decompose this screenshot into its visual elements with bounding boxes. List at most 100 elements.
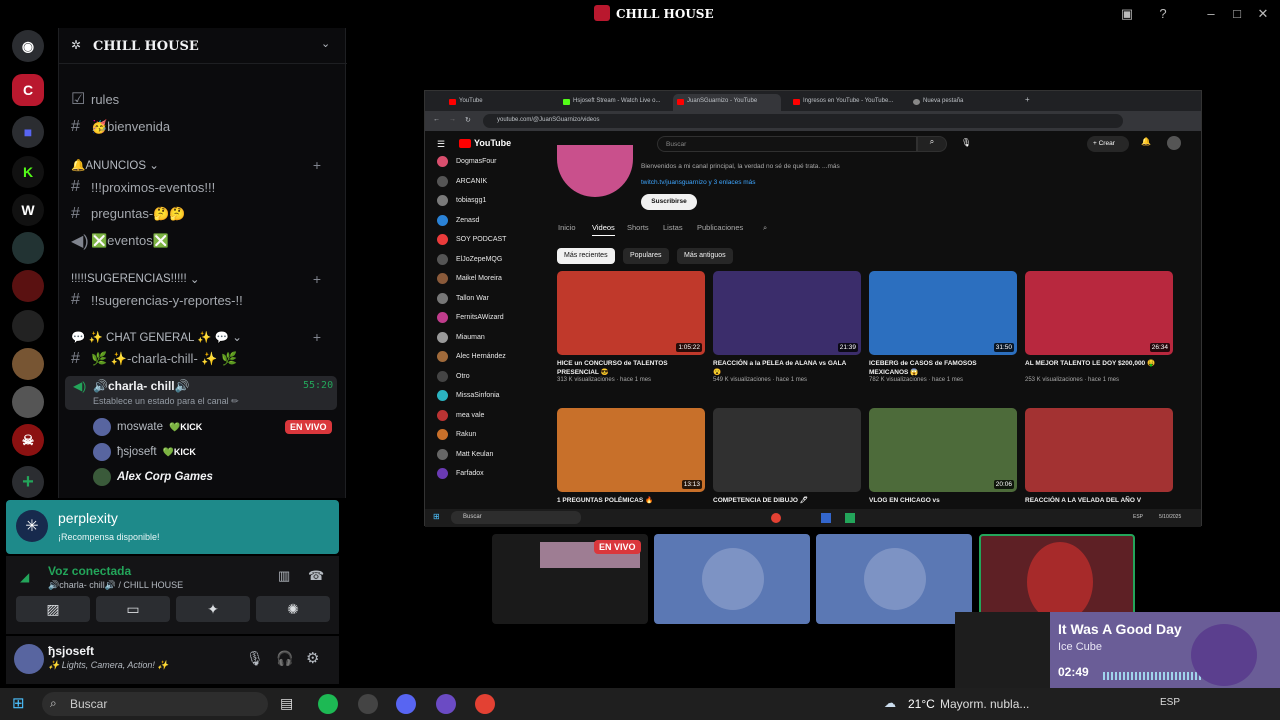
video-thumbnail[interactable]: 31:50 [869, 271, 1017, 355]
discord-home-icon[interactable]: ◉ [12, 30, 44, 62]
video-thumbnail[interactable] [713, 408, 861, 492]
settings-icon[interactable]: ⚙ [306, 649, 319, 667]
guild-header[interactable]: ✲ CHILL HOUSE ⌄ [59, 28, 347, 64]
chip-mas-recientes[interactable]: Más recientes [557, 248, 615, 264]
subscription-item[interactable]: Tallon War [437, 292, 489, 304]
subscription-item[interactable]: Matt Keulan [437, 448, 493, 460]
channel-links[interactable]: twitch.tv/juansguarnizo y 3 enlaces más [641, 179, 756, 186]
subscription-item[interactable]: Rakun [437, 429, 476, 440]
soundboard-button[interactable]: ✺ [256, 596, 330, 622]
channel-search-icon[interactable]: ⌕ [763, 223, 767, 233]
tab-videos[interactable]: Videos [592, 223, 615, 236]
camera-off-button[interactable]: ▨ [16, 596, 90, 622]
subscription-item[interactable]: FernitsAWizard [437, 312, 504, 323]
account-avatar[interactable] [1167, 136, 1181, 150]
video-thumbnail[interactable]: 21:39 [713, 271, 861, 355]
new-tab-icon[interactable]: + [1025, 95, 1030, 104]
voice-status[interactable]: Establece un estado para el canal ✏ [93, 396, 239, 407]
server-icon-5[interactable] [12, 270, 44, 302]
video-thumbnail[interactable]: 13:13 [557, 408, 705, 492]
skull-server-icon[interactable]: ☠ [12, 424, 44, 456]
weather-icon[interactable]: ☁ [884, 696, 896, 710]
help-icon[interactable]: ? [1150, 4, 1176, 24]
youtube-logo[interactable]: YouTube [474, 138, 511, 148]
weather-temp[interactable]: 21°C [908, 697, 935, 711]
screen-share-button[interactable]: ▭ [96, 596, 170, 622]
voice-user-hsjoseft[interactable]: ђsjoseft 💚KICK [93, 443, 196, 461]
server-icon-7[interactable] [12, 348, 44, 380]
tab-shorts[interactable]: Shorts [627, 223, 649, 232]
stream-preview-speaking[interactable] [979, 534, 1135, 624]
category-chat-general[interactable]: 💬 ✨ CHAT GENERAL ✨ 💬 ⌄ + [71, 329, 335, 345]
microphone-icon[interactable]: 🎙 [246, 650, 264, 667]
language-indicator[interactable]: ESP [1160, 697, 1180, 708]
video-thumbnail[interactable] [1025, 408, 1173, 492]
stream-preview-avatar-2[interactable] [816, 534, 972, 624]
youtube-logo-icon[interactable] [459, 139, 471, 148]
voice-location[interactable]: 🔊charla- chill🔊 / CHILL HOUSE [48, 580, 183, 591]
server-icon-4[interactable] [12, 232, 44, 264]
server-icon-8[interactable] [12, 386, 44, 418]
activity-button[interactable]: ✦ [176, 596, 250, 622]
channel-bienvenida[interactable]: # 🥳bienvenida [71, 116, 170, 138]
windows-start-icon[interactable]: ⊞ [12, 694, 25, 712]
video-title[interactable]: REACCIÓN A LA VELADA DEL AÑO V [1025, 496, 1165, 505]
video-title[interactable]: COMPETENCIA DE DIBUJO 🖊 [713, 496, 853, 505]
search-icon[interactable]: ⌕ [917, 136, 947, 152]
task-view-icon[interactable]: ▤ [280, 695, 293, 712]
channel-charla-chill-text[interactable]: # 🌿 ✨-charla-chill- ✨ 🌿 [71, 348, 237, 370]
video-thumbnail[interactable]: 26:34 [1025, 271, 1173, 355]
category-sugerencias[interactable]: !!!!!SUGERENCIAS!!!!! ⌄ + [71, 271, 335, 287]
add-channel-icon[interactable]: + [313, 329, 321, 345]
subscribe-button[interactable]: Suscribirse [641, 194, 697, 210]
tab-hsjoseft-stream[interactable]: Hsjoseft Stream - Watch Live o... [559, 94, 667, 111]
voice-user-alex-corp[interactable]: Alex Corp Games [93, 468, 213, 486]
folder-icon[interactable]: ■ [12, 116, 44, 148]
forward-icon[interactable]: → [449, 116, 456, 123]
avatar[interactable] [14, 644, 44, 674]
subscription-item[interactable]: Miauman [437, 331, 485, 343]
taskbar-search[interactable]: Buscar [42, 692, 268, 716]
tab-nueva-pestana[interactable]: Nueva pestaña [909, 94, 1015, 111]
subscription-item[interactable]: Zenasd [437, 214, 479, 226]
twitch-icon[interactable] [436, 694, 456, 714]
tab-juansguarnizo[interactable]: JuanSGuarnizo - YouTube [673, 94, 781, 111]
channel-rules[interactable]: ☑ rules [71, 88, 119, 110]
notifications-icon[interactable]: 🔔 [1141, 137, 1151, 146]
reload-icon[interactable]: ↻ [465, 116, 471, 124]
disconnect-icon[interactable]: ☎ [308, 568, 324, 584]
maximize-button[interactable]: □ [1224, 4, 1250, 24]
server-icon-w[interactable]: W [12, 194, 44, 226]
channel-eventos[interactable]: ◀) ❎eventos❎ [71, 230, 169, 252]
server-chill-house[interactable]: C [12, 74, 44, 106]
subscription-item[interactable]: mea vale [437, 409, 484, 421]
subscription-item[interactable]: MissaSinfonia [437, 390, 500, 401]
weather-desc[interactable]: Mayorm. nubla... [940, 697, 1029, 711]
channel-sugerencias[interactable]: # !!sugerencias-y-reportes-!! [71, 289, 243, 311]
chip-populares[interactable]: Populares [623, 248, 669, 264]
subscription-item[interactable]: Farfadox [437, 468, 484, 479]
category-anuncios[interactable]: 🔔ANUNCIOS ⌄ + [71, 157, 335, 173]
voice-search-icon[interactable]: 🎙 [961, 138, 971, 147]
subscription-item[interactable]: Otro [437, 370, 470, 382]
chrome-icon[interactable] [475, 694, 495, 714]
create-button[interactable]: + Crear [1087, 136, 1129, 152]
add-channel-icon[interactable]: + [313, 157, 321, 173]
menu-icon[interactable]: ☰ [437, 139, 445, 150]
subscription-item[interactable]: ElJoZepeMQG [437, 253, 502, 265]
video-title[interactable]: AL MEJOR TALENTO LE DOY $200,000 🤑 [1025, 359, 1165, 368]
video-title[interactable]: REACCIÓN a la PELEA de ALANA vs GALA 😮 [713, 359, 853, 377]
video-thumbnail[interactable]: 20:06 [869, 408, 1017, 492]
headphones-icon[interactable]: 🎧 [276, 650, 293, 667]
add-server-icon[interactable]: + [12, 466, 44, 498]
perplexity-banner[interactable]: ✳ perplexity ¡Recompensa disponible! [6, 500, 339, 554]
tab-listas[interactable]: Listas [663, 223, 683, 232]
kick-server-icon[interactable]: K [12, 156, 44, 188]
video-title[interactable]: 1 PREGUNTAS POLÉMICAS 🔥 [557, 496, 697, 505]
stream-preview-moswate[interactable]: EN VIVO [492, 534, 648, 624]
voice-user-moswate[interactable]: moswate 💚KICK [93, 418, 202, 436]
subscription-item[interactable]: tobiasgg1 [437, 195, 486, 206]
video-title[interactable]: HICE un CONCURSO de TALENTOS PRESENCIAL … [557, 359, 697, 377]
video-thumbnail[interactable]: 1:05:22 [557, 271, 705, 355]
tab-ingresos[interactable]: Ingresos en YouTube - YouTube... [789, 94, 901, 111]
